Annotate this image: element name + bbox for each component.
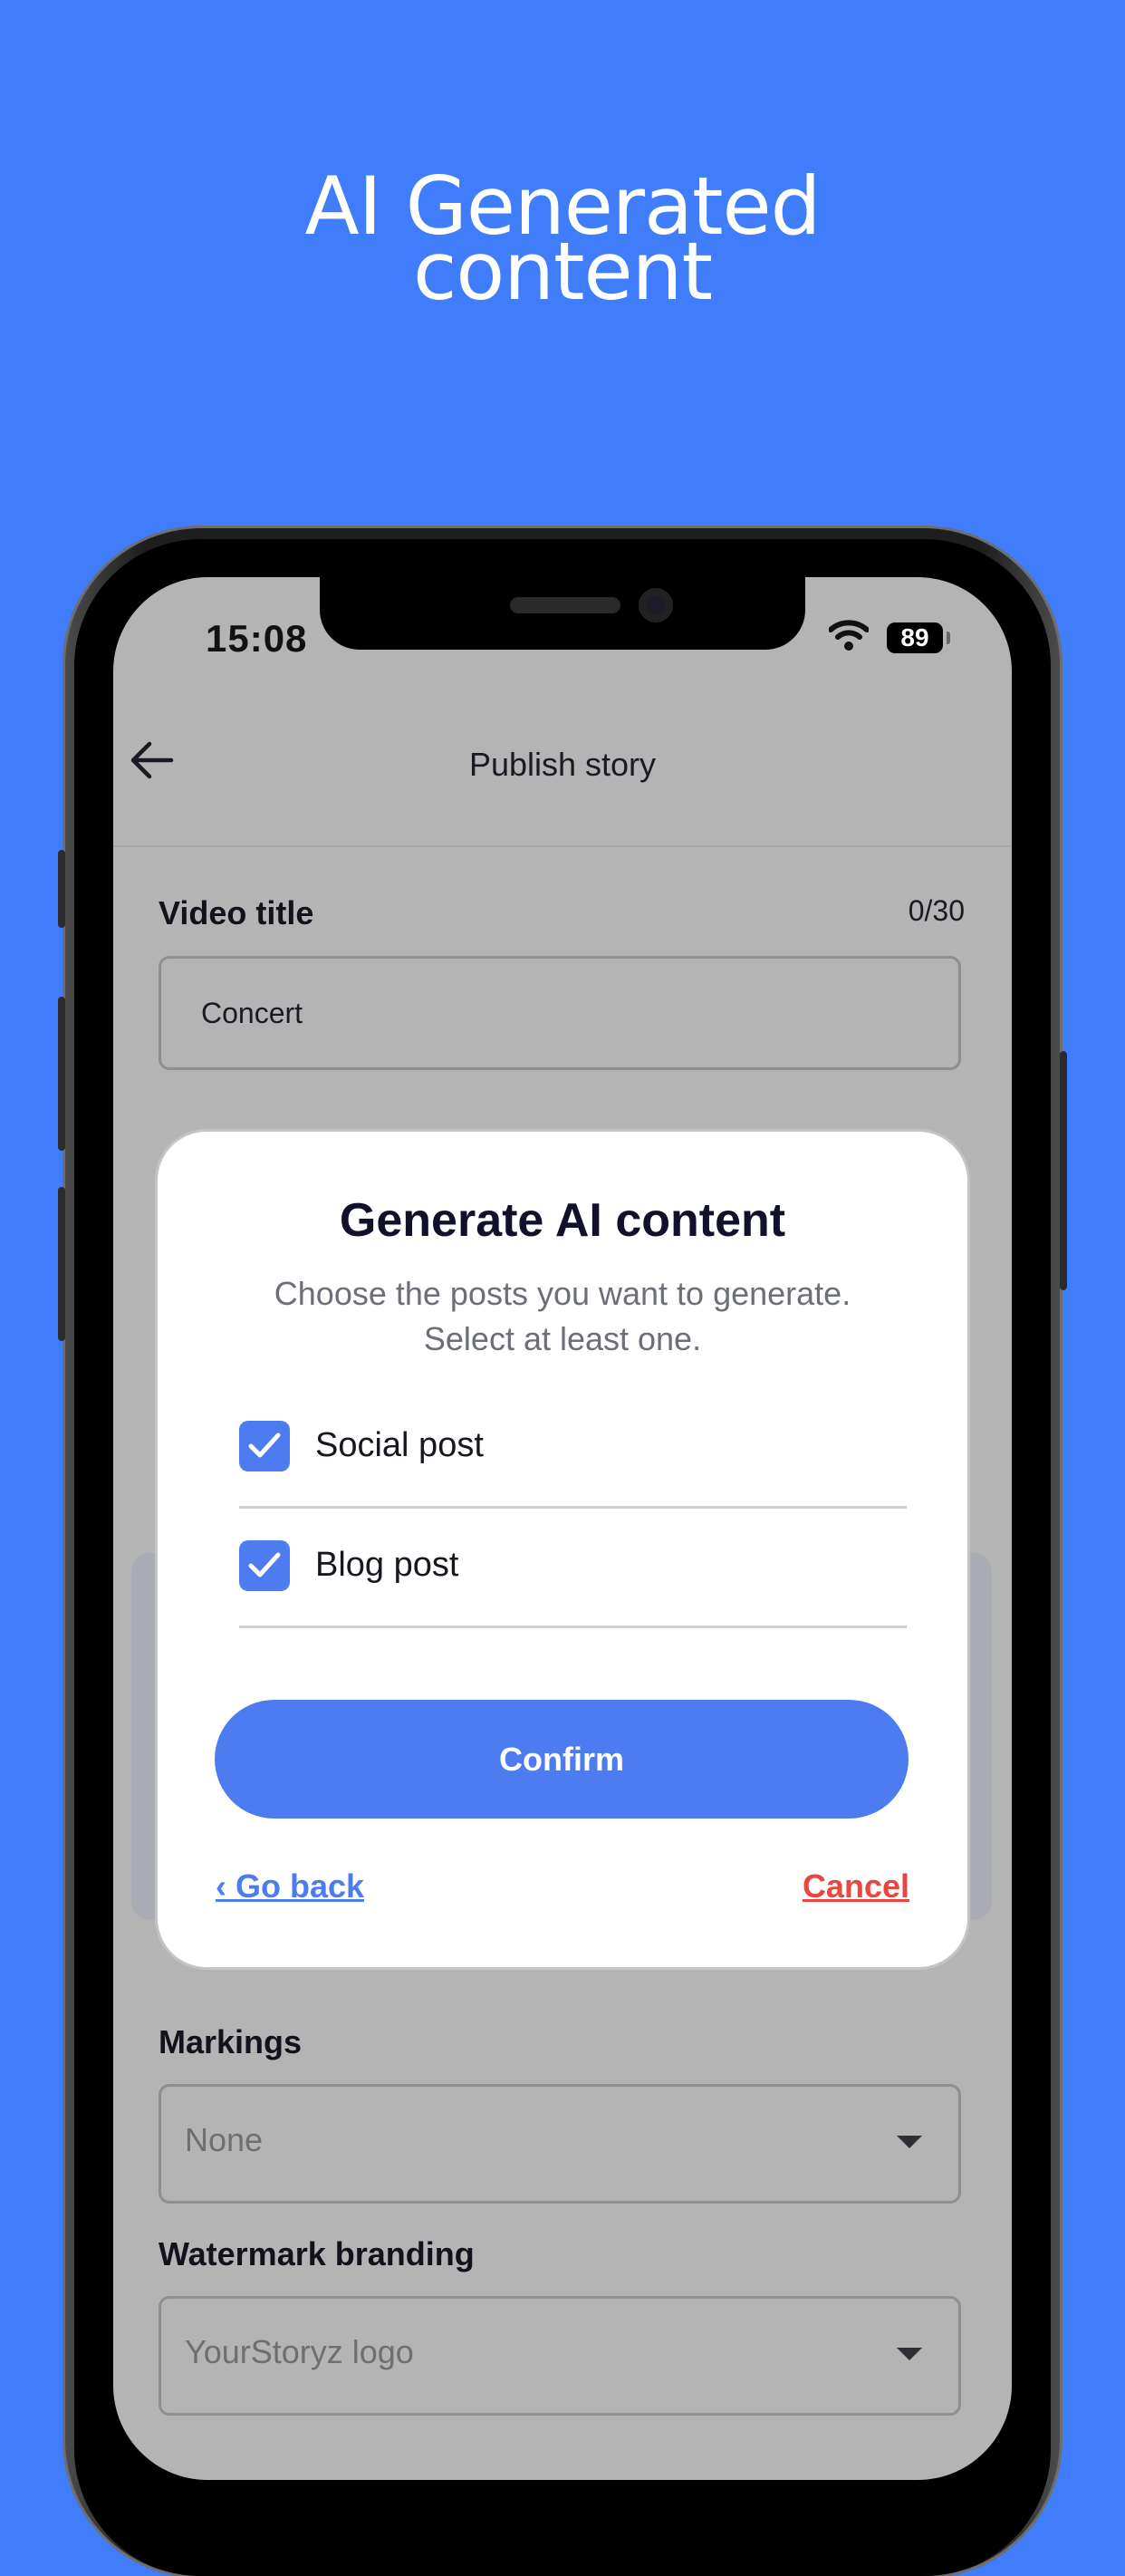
phone-volume-up: [58, 997, 65, 1151]
option-divider: [239, 1506, 907, 1509]
markings-select[interactable]: None: [159, 2084, 961, 2204]
markings-value: None: [185, 2121, 264, 2158]
video-title-input[interactable]: Concert: [159, 956, 961, 1070]
watermark-select[interactable]: YourStoryz logo: [159, 2296, 961, 2416]
checkmark-icon: [248, 1433, 281, 1458]
phone-mute-switch: [58, 850, 65, 928]
social-post-label: Social post: [315, 1426, 484, 1464]
cancel-link[interactable]: Cancel: [803, 1867, 909, 1905]
modal-subtitle-line-2: Select at least one.: [423, 1320, 702, 1357]
blog-post-checkbox[interactable]: [239, 1540, 290, 1591]
confirm-button[interactable]: Confirm: [215, 1700, 909, 1819]
blog-post-label: Blog post: [315, 1546, 459, 1584]
chevron-down-icon: [897, 2348, 922, 2360]
video-title-label: Video title: [159, 894, 314, 931]
battery-tip: [947, 632, 950, 644]
generate-ai-modal: Generate AI content Choose the posts you…: [158, 1132, 967, 1967]
video-title-value: Concert: [201, 997, 303, 1029]
phone-power-button: [1060, 1051, 1067, 1290]
header-divider: [113, 845, 1012, 847]
video-title-counter: 0/30: [908, 894, 965, 927]
phone-volume-down: [58, 1187, 65, 1341]
wifi-icon: [829, 620, 869, 651]
watermark-value: YourStoryz logo: [185, 2333, 414, 2370]
chevron-down-icon: [897, 2136, 922, 2148]
checkmark-icon: [248, 1552, 281, 1577]
promo-headline: AI Generated content: [0, 167, 1125, 318]
front-camera: [639, 588, 673, 622]
headline-line-2: content: [413, 225, 713, 318]
modal-subtitle: Choose the posts you want to generate. S…: [158, 1271, 967, 1362]
speaker-grille: [510, 597, 620, 613]
option-divider: [239, 1626, 907, 1628]
status-time: 15:08: [206, 617, 308, 660]
notch: [320, 577, 805, 650]
battery-icon: 89: [887, 622, 943, 653]
watermark-label: Watermark branding: [159, 2235, 475, 2272]
modal-subtitle-line-1: Choose the posts you want to generate.: [274, 1275, 851, 1312]
page-title: Publish story: [468, 746, 657, 783]
modal-title: Generate AI content: [339, 1194, 786, 1247]
social-post-checkbox[interactable]: [239, 1421, 290, 1471]
option-social-post[interactable]: Social post: [239, 1421, 907, 1540]
markings-label: Markings: [159, 2023, 303, 2060]
go-back-link[interactable]: ‹ Go back: [216, 1867, 364, 1905]
option-blog-post[interactable]: Blog post: [239, 1540, 907, 1660]
